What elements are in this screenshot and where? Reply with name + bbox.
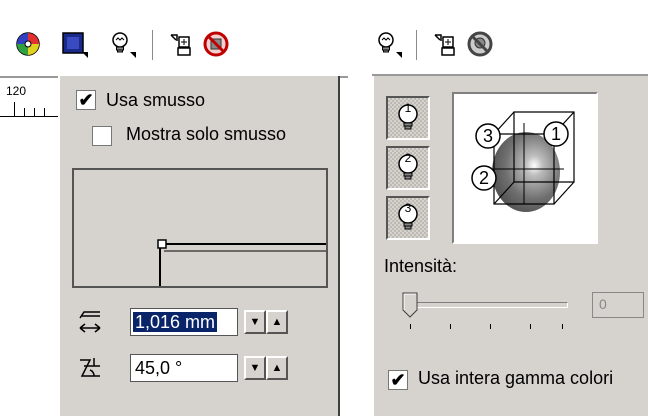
lightbulb-icon[interactable] [108, 30, 136, 58]
copy-properties-icon[interactable] [166, 30, 194, 58]
bevel-width-spin-button[interactable]: ▲ [266, 310, 288, 334]
triangle-up-icon: ▲ [271, 316, 283, 328]
light-position-preview[interactable]: 3 1 2 [452, 92, 598, 244]
frame-box-icon[interactable] [60, 30, 88, 58]
full-color-range-label: Usa intera gamma colori [418, 368, 614, 388]
slider-tick [530, 324, 531, 329]
no-light-icon[interactable] [466, 30, 494, 58]
ruler: 120 [0, 76, 59, 120]
slider-thumb[interactable] [402, 292, 418, 318]
no-bevel-icon[interactable] [202, 30, 230, 58]
slider-tick [450, 324, 451, 329]
preview-marker-1: 1 [550, 124, 561, 144]
intensity-slider[interactable] [398, 292, 568, 332]
preview-marker-3: 3 [482, 126, 493, 146]
light-2-button[interactable]: 2 [386, 146, 430, 190]
bevel-angle-dropdown-button[interactable]: ▼ [244, 356, 266, 380]
triangle-up-icon: ▲ [271, 362, 283, 374]
color-wheel-icon[interactable] [14, 30, 42, 58]
slider-tick [490, 324, 491, 329]
toolbar-separator [152, 30, 156, 60]
bevel-width-value: 1,016 mm [133, 312, 218, 332]
bevel-width-field[interactable]: 1,016 mm [130, 308, 238, 336]
intensity-value: 0 [599, 296, 607, 312]
preview-marker-2: 2 [478, 168, 489, 188]
show-only-bevel-checkbox[interactable] [92, 126, 112, 146]
light-3-button[interactable]: 3 [386, 196, 430, 240]
copy-properties-icon[interactable] [430, 30, 458, 58]
slider-tick [562, 324, 563, 329]
use-bevel-checkbox[interactable]: ✔ [76, 90, 96, 110]
light-1-button[interactable]: 1 [386, 96, 430, 140]
intensity-value-field: 0 [592, 292, 644, 318]
bevel-preview [72, 168, 328, 288]
use-bevel-label: Usa smusso [106, 90, 206, 110]
light-1-label: 1 [404, 101, 412, 115]
slider-track [406, 302, 568, 308]
right-pane: 1 2 3 3 1 2 Intensità: 0 ✔ Usa intera ga… [372, 0, 648, 416]
bevel-width-icon [76, 308, 104, 336]
checkmark-icon: ✔ [390, 370, 406, 390]
lightbulb-icon[interactable] [374, 30, 402, 58]
bevel-angle-spin-button[interactable]: ▲ [266, 356, 288, 380]
bevel-angle-icon [76, 354, 104, 382]
bevel-angle-value: 45,0 ° [135, 358, 183, 378]
bevel-width-dropdown-button[interactable]: ▼ [244, 310, 266, 334]
show-only-bevel-label: Mostra solo smusso [126, 124, 287, 144]
ruler-label: 120 [6, 84, 27, 98]
light-3-label: 3 [404, 201, 412, 215]
full-color-range-checkbox[interactable]: ✔ [388, 370, 408, 390]
left-pane: 120 ✔ Usa smusso Mostra solo smusso 1,01… [0, 0, 348, 416]
intensity-label: Intensità: [384, 256, 458, 276]
checkmark-icon: ✔ [78, 90, 94, 110]
toolbar-separator [416, 30, 420, 60]
bevel-angle-field[interactable]: 45,0 ° [130, 354, 238, 382]
light-2-label: 2 [404, 151, 412, 165]
triangle-down-icon: ▼ [249, 362, 261, 374]
triangle-down-icon: ▼ [249, 316, 261, 328]
slider-tick [410, 324, 411, 329]
